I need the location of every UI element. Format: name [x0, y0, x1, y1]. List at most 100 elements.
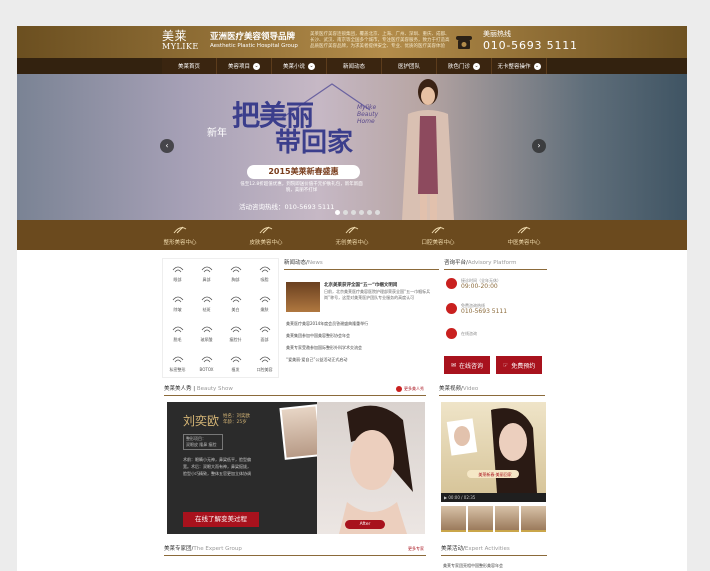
beauty-name: 刘奕欧 [183, 414, 220, 428]
project-label: 植发 [231, 367, 240, 372]
video-thumb[interactable] [441, 506, 466, 532]
consult-phone[interactable]: 免费咨询热线 010-5693 5111 [446, 303, 507, 315]
after-face-illustration [339, 405, 413, 534]
expert-heading: 美莱专家团/The Expert Group 更多专家 [164, 544, 426, 556]
project-item[interactable]: 祛斑 [192, 289, 221, 319]
project-item[interactable]: 眼部 [163, 259, 192, 289]
nav-item[interactable]: 美容项目 ⌄ [217, 58, 272, 74]
news-list-item[interactable]: “爱美丽·爱自己”公益活动正式启动 [286, 354, 368, 366]
expert-title-cn: 美莱专家团 [164, 546, 192, 552]
hotline-number: 010-5693 5111 [483, 39, 578, 52]
hotline[interactable]: 美丽热线 010-5693 5111 [483, 30, 578, 53]
banner-dot[interactable] [351, 210, 356, 215]
nav-item[interactable]: 新闻动态 [327, 58, 382, 74]
consult-heading: 咨询平台/Advisory Platform [444, 258, 547, 270]
liposuction-icon [259, 266, 270, 273]
project-item[interactable]: 鼻部 [192, 259, 221, 289]
nav-item[interactable]: 肤色门诊 ⌄ [437, 58, 492, 74]
hospital-name: 亚洲医疗美容领导品牌 Aesthetic Plastic Hospital Gr… [210, 32, 298, 50]
hand-icon: ☞ [502, 361, 509, 369]
news-lead[interactable]: 北京美莱获评全国“五一”巾帼文明岗 日前，北京美莱医疗美容医院护理部荣获全国“五… [324, 282, 439, 301]
logo-en: MYLIKE [162, 42, 199, 51]
hair-transplant-icon [230, 356, 241, 363]
activity-item[interactable]: 美莱专家团亮相中国整形美容年会 [443, 563, 503, 569]
wrinkle-icon [172, 296, 183, 303]
category-bar: 整形美容中心 皮肤美容中心 无创美容中心 口腔美容中心 中医美容中心 [17, 220, 687, 250]
banner-prev-arrow[interactable]: ‹ [160, 139, 174, 153]
dental-icon [259, 356, 270, 363]
project-item[interactable]: 瘦脸针 [221, 319, 250, 349]
news-list-item[interactable]: 美莱集团参加中国美容整形协会年会 [286, 330, 368, 342]
news-thumbnail[interactable] [286, 282, 320, 312]
chevron-down-icon: ⌄ [253, 62, 260, 70]
project-item[interactable]: 私密整形 [163, 349, 192, 379]
online-consult-button[interactable]: ✉ 在线咨询 [444, 356, 490, 374]
nav-item[interactable]: 无卡整容操作 ⌄ [492, 58, 547, 74]
beauty-title-en: Beauty Show [196, 386, 233, 392]
hair-removal-icon [172, 326, 183, 333]
project-item[interactable]: 面部 [250, 319, 279, 349]
banner-dot[interactable] [343, 210, 348, 215]
banner-dot[interactable] [359, 210, 364, 215]
expert-more-link[interactable]: 更多专家 [408, 546, 424, 552]
banner-brand-en: Mylike Beauty Home [357, 104, 379, 125]
video-thumb[interactable] [494, 506, 520, 532]
category-item[interactable]: 中医美容中心 [481, 220, 567, 250]
project-item[interactable]: BOTOX [192, 349, 221, 379]
project-item[interactable]: 玻尿酸 [192, 319, 221, 349]
video-thumb[interactable] [467, 506, 493, 532]
project-label: 口腔美容 [256, 367, 273, 372]
category-item[interactable]: 皮肤美容中心 [223, 220, 309, 250]
project-item[interactable]: 嫩肤 [250, 289, 279, 319]
category-item[interactable]: 无创美容中心 [309, 220, 395, 250]
video-thumb[interactable] [521, 506, 546, 532]
project-item[interactable]: 植发 [221, 349, 250, 379]
video-frame-illustration [446, 408, 537, 493]
beauty-more-label: 更多美人秀 [404, 386, 424, 391]
news-section: 新闻动态/News 北京美莱获评全国“五一”巾帼文明岗 日前，北京美莱医疗美容医… [284, 258, 439, 378]
banner-dot[interactable] [375, 210, 380, 215]
project-item[interactable]: 吸脂 [250, 259, 279, 289]
beauty-cta-button[interactable]: 在线了解变美过程 [183, 512, 259, 527]
consult-title-en: Advisory Platform [467, 260, 517, 266]
nav-item[interactable]: 医护团队 [382, 58, 437, 74]
beauty-more-link[interactable]: 更多美人秀 [396, 386, 424, 392]
beauty-project-label: 整形项目： [186, 436, 206, 441]
herbal-icon [517, 226, 531, 234]
nav-item-label: 美莱首页 [177, 64, 200, 70]
banner-dot[interactable] [335, 210, 340, 215]
banner-activity: 活动咨询热线：010-5693 5111 [239, 203, 335, 211]
project-label: 美白 [231, 307, 240, 312]
main-nav: 美莱首页 美容项目 ⌄ 美莱小说 ⌄ 新闻动态 医护团队 肤色门诊 ⌄ 无卡整容操作 ⌄ [162, 58, 547, 74]
video-player[interactable]: 美莱新春·美丽回家 [441, 402, 546, 493]
phone-icon [456, 36, 472, 49]
nose-icon [201, 266, 212, 273]
free-booking-button[interactable]: ☞ 免费预约 [496, 356, 542, 374]
beauty-age: 姓名：刘奕欧 年龄：25岁 [223, 414, 250, 426]
banner-dot[interactable] [367, 210, 372, 215]
after-photo [317, 402, 425, 534]
banner-next-arrow[interactable]: › [532, 139, 546, 153]
nav-item[interactable]: 美莱首页 [162, 58, 217, 74]
consult-online[interactable]: 在线咨询 [446, 328, 477, 339]
nav-item[interactable]: 美莱小说 ⌄ [272, 58, 327, 74]
news-list-item[interactable]: 美莱专家受邀参加国际整形外科学术交流会 [286, 342, 368, 354]
project-item[interactable]: 除皱 [163, 289, 192, 319]
banner-promo-pill: 2015美莱新春盛惠 [247, 165, 360, 179]
project-label: 除皱 [173, 307, 182, 312]
project-item[interactable]: 脱毛 [163, 319, 192, 349]
beauty-panel[interactable]: 刘奕欧 姓名：刘奕欧 年龄：25岁 整形项目： 双眼皮 隆鼻 瘦脸 术前：眼睛小… [167, 402, 425, 534]
hero-banner[interactable]: ‹ › 新年 把美丽 带回家 Mylike Beauty Home 2015美莱… [17, 74, 687, 220]
whitening-icon [230, 296, 241, 303]
category-item[interactable]: 口腔美容中心 [395, 220, 481, 250]
consult-hours-value: 09:00-20:00 [461, 283, 498, 290]
nav-item-label: 肤色门诊 [447, 64, 470, 70]
project-item[interactable]: 美白 [221, 289, 250, 319]
project-item[interactable]: 口腔美容 [250, 349, 279, 379]
news-list-item[interactable]: 美莱医疗美容2014年度会员答谢盛典隆重举行 [286, 318, 368, 330]
project-item[interactable]: 胸部 [221, 259, 250, 289]
category-item[interactable]: 整形美容中心 [137, 220, 223, 250]
logo[interactable]: 美莱 MYLIKE [162, 30, 204, 56]
consult-title-cn: 咨询平台 [444, 260, 467, 266]
video-controls[interactable]: ▶ 00:00 / 02:35 [441, 493, 546, 502]
